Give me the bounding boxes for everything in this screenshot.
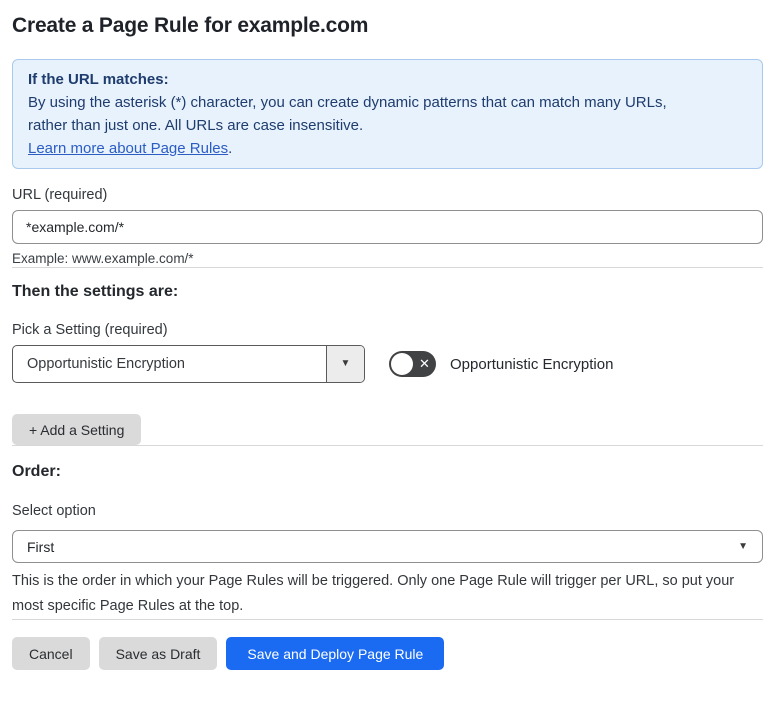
setting-combobox-value: Opportunistic Encryption [27, 356, 185, 372]
link-period: . [228, 140, 233, 157]
section-divider [12, 445, 763, 446]
save-and-deploy-button[interactable]: Save and Deploy Page Rule [226, 637, 445, 670]
learn-more-link[interactable]: Learn more about Page Rules [28, 140, 228, 157]
setting-combobox[interactable]: Opportunistic Encryption ▼ [12, 345, 365, 383]
info-box-heading: If the URL matches: [28, 71, 169, 88]
pick-setting-label: Pick a Setting (required) [12, 322, 168, 338]
info-box-link-line: Learn more about Page Rules. [28, 137, 747, 160]
order-select-value: First [27, 538, 55, 555]
chevron-down-icon: ▼ [340, 358, 351, 369]
create-page-rule-form: Create a Page Rule for example.com If th… [0, 0, 775, 682]
url-example-helper: Example: www.example.com/* [12, 251, 194, 266]
section-divider [12, 267, 763, 268]
url-match-info-box: If the URL matches: By using the asteris… [12, 59, 763, 169]
chevron-down-icon: ▼ [738, 540, 748, 552]
add-setting-button[interactable]: + Add a Setting [12, 414, 142, 445]
url-field-label: URL (required) [12, 187, 108, 203]
order-select[interactable]: First ▼ [12, 530, 763, 563]
cancel-button[interactable]: Cancel [12, 637, 90, 670]
order-helper-line-2: most specific Page Rules at the top. [12, 598, 244, 614]
url-input[interactable] [12, 210, 763, 244]
order-helper-text: This is the order in which your Page Rul… [12, 569, 763, 619]
order-section-heading: Order: [12, 463, 61, 480]
select-option-label: Select option [12, 503, 96, 519]
save-as-draft-button[interactable]: Save as Draft [98, 637, 218, 670]
setting-toggle-group: ✕ Opportunistic Encryption [389, 351, 613, 377]
toggle-off-x-icon: ✕ [419, 356, 430, 371]
info-box-body-line-1: By using the asterisk (*) character, you… [28, 94, 667, 111]
order-helper-line-1: This is the order in which your Page Rul… [12, 573, 735, 589]
settings-section-heading: Then the settings are: [12, 283, 179, 300]
footer-divider [12, 619, 763, 620]
opportunistic-encryption-toggle[interactable]: ✕ [389, 351, 436, 377]
setting-row: Opportunistic Encryption ▼ ✕ Opportunist… [12, 345, 763, 383]
page-title: Create a Page Rule for example.com [12, 14, 369, 37]
toggle-label: Opportunistic Encryption [450, 355, 614, 373]
setting-combobox-dropdown-button[interactable]: ▼ [326, 346, 364, 382]
footer-buttons: Cancel Save as Draft Save and Deploy Pag… [12, 637, 763, 670]
toggle-knob [391, 353, 413, 375]
info-box-body-line-2: rather than just one. All URLs are case … [28, 117, 364, 134]
